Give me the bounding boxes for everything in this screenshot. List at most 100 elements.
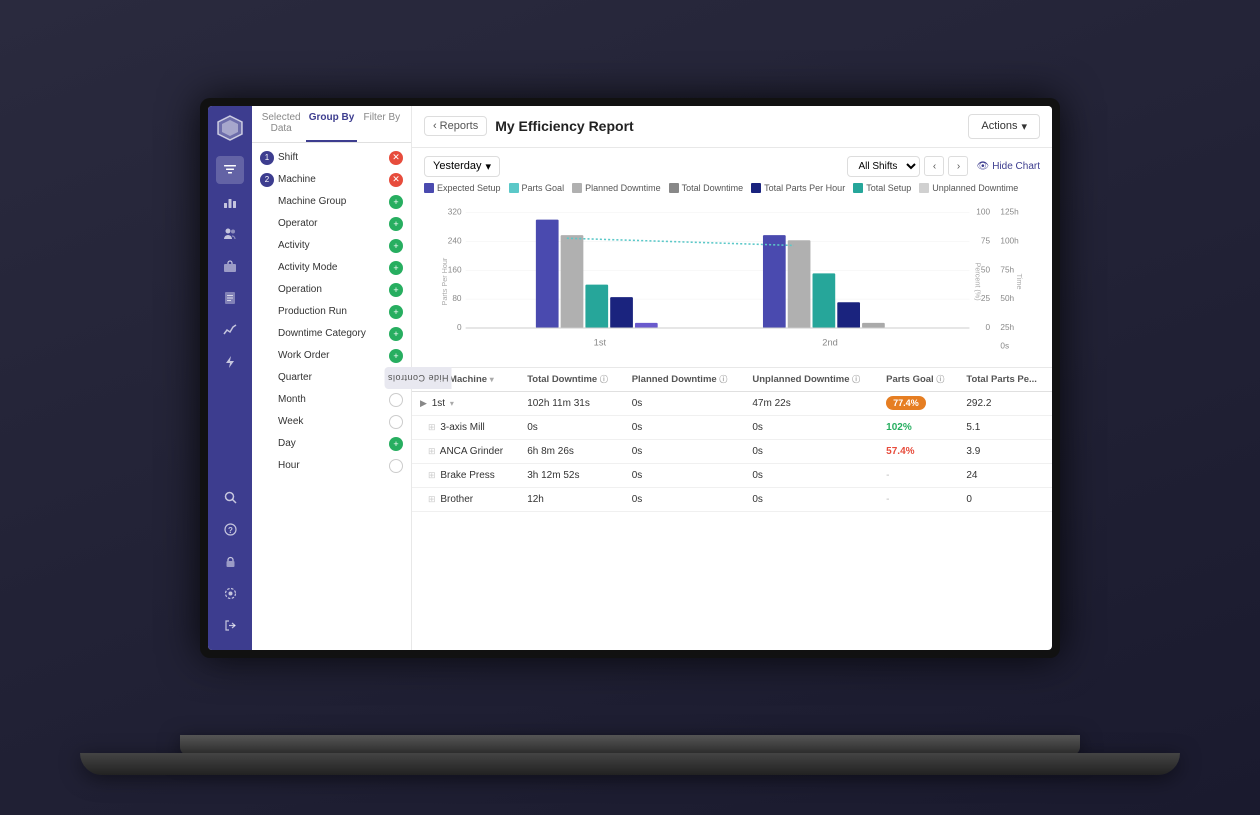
add-item-icon[interactable]: + (389, 261, 403, 275)
controls-item[interactable]: Downtime Category + (252, 323, 411, 345)
settings-sidebar-icon[interactable] (216, 580, 244, 608)
cell-parts-goal: 57.4% (878, 439, 958, 463)
cell-total-downtime: 6h 8m 26s (519, 439, 624, 463)
cell-total-parts: 292.2 (958, 391, 1052, 415)
row-name: 3-axis Mill (440, 422, 484, 433)
svg-text:75: 75 (981, 236, 991, 245)
briefcase-sidebar-icon[interactable] (216, 252, 244, 280)
hide-controls-button[interactable]: Hide Controls (384, 367, 451, 389)
filter-sidebar-icon[interactable] (216, 156, 244, 184)
add-item-icon[interactable]: + (389, 305, 403, 319)
table-header-row: Shift / Machine ▾ Total Downtime ⓘ Plann… (412, 368, 1052, 392)
cell-unplanned-downtime: 0s (744, 487, 878, 511)
legend-color (572, 183, 582, 193)
add-item-icon[interactable]: + (389, 327, 403, 341)
cell-parts-goal: - (878, 463, 958, 487)
cell-total-parts: 5.1 (958, 415, 1052, 439)
table-row[interactable]: ⊞ Brake Press 3h 12m 52s 0s 0s - 24 (412, 463, 1052, 487)
help-sidebar-icon[interactable]: ? (216, 516, 244, 544)
cell-name: ⊞ 3-axis Mill (412, 415, 519, 439)
legend-color (853, 183, 863, 193)
col-unplanned-downtime: Unplanned Downtime ⓘ (744, 368, 878, 392)
page-title: My Efficiency Report (495, 118, 633, 134)
main-content: ‹ Reports My Efficiency Report Actions ▾ (412, 106, 1052, 650)
remove-item-icon[interactable]: ✕ (389, 173, 403, 187)
add-item-icon[interactable]: + (389, 437, 403, 451)
row-name: Brother (440, 494, 473, 505)
circle-icon (389, 459, 403, 473)
controls-item[interactable]: Activity + (252, 235, 411, 257)
legend-label: Expected Setup (437, 183, 501, 193)
date-label: Yesterday (433, 160, 482, 172)
item-label: Day (278, 438, 296, 449)
svg-text:2nd: 2nd (822, 337, 838, 347)
circle-icon (389, 415, 403, 429)
row-name: 1st (432, 398, 445, 409)
date-select[interactable]: Yesterday ▾ (424, 156, 500, 177)
lightning-sidebar-icon[interactable] (216, 348, 244, 376)
tab-selected-data[interactable]: Selected Data (256, 106, 306, 142)
add-item-icon[interactable]: + (389, 283, 403, 297)
lock-sidebar-icon[interactable] (216, 548, 244, 576)
controls-item[interactable]: 2 Machine ✕ (252, 169, 411, 191)
item-label: Activity (278, 240, 310, 251)
legend-color (424, 183, 434, 193)
cell-name: ⊞ ANCA Grinder (412, 439, 519, 463)
svg-text:125h: 125h (1000, 207, 1019, 216)
chart-area: 320 240 160 80 0 Parts Per Hour 125h 100… (424, 199, 1040, 359)
add-item-icon[interactable]: + (389, 217, 403, 231)
controls-item[interactable]: Machine Group + (252, 191, 411, 213)
legend-label: Total Setup (866, 183, 911, 193)
controls-item[interactable]: Activity Mode + (252, 257, 411, 279)
bar-chart-sidebar-icon[interactable] (216, 188, 244, 216)
controls-item[interactable]: Production Run + (252, 301, 411, 323)
controls-item[interactable]: Work Order + (252, 345, 411, 367)
back-button[interactable]: ‹ Reports (424, 116, 487, 136)
item-number: 1 (260, 151, 274, 165)
parts-goal-value: - (886, 470, 889, 481)
info-icon-3: ⓘ (852, 375, 860, 384)
legend-item: Planned Downtime (572, 183, 661, 193)
tab-group-by[interactable]: Group By (306, 106, 356, 142)
info-icon-4: ⓘ (936, 375, 944, 384)
add-item-icon[interactable]: + (389, 195, 403, 209)
analytics-sidebar-icon[interactable] (216, 316, 244, 344)
header-left: ‹ Reports My Efficiency Report (424, 116, 634, 136)
remove-item-icon[interactable]: ✕ (389, 151, 403, 165)
shift-prev-button[interactable]: ‹ (924, 156, 944, 176)
tab-filter-by[interactable]: Filter By (357, 106, 407, 142)
controls-item[interactable]: Operator + (252, 213, 411, 235)
controls-item[interactable]: Day + (252, 433, 411, 455)
back-label: Reports (440, 120, 479, 132)
app-logo[interactable] (216, 114, 244, 142)
table-section: Shift / Machine ▾ Total Downtime ⓘ Plann… (412, 368, 1052, 650)
hide-chart-button[interactable]: 👁 Hide Chart (976, 161, 1040, 172)
controls-item[interactable]: Month (252, 389, 411, 411)
add-item-icon[interactable]: + (389, 349, 403, 363)
table-row[interactable]: ▶ 1st ▾ 102h 11m 31s 0s 47m 22s 77.4% 29… (412, 391, 1052, 415)
table-row[interactable]: ⊞ Brother 12h 0s 0s - 0 (412, 487, 1052, 511)
shift-next-button[interactable]: › (948, 156, 968, 176)
users-sidebar-icon[interactable] (216, 220, 244, 248)
hide-chart-eye-icon: 👁 (976, 161, 989, 172)
actions-button[interactable]: Actions ▾ (968, 114, 1040, 139)
cell-name: ⊞ Brake Press (412, 463, 519, 487)
shift-select[interactable]: All Shifts (847, 156, 920, 177)
svg-text:0s: 0s (1000, 341, 1009, 350)
search-sidebar-icon[interactable] (216, 484, 244, 512)
controls-item[interactable]: Hour (252, 455, 411, 477)
table-row[interactable]: ⊞ ANCA Grinder 6h 8m 26s 0s 0s 57.4% 3.9 (412, 439, 1052, 463)
svg-text:1st: 1st (594, 337, 607, 347)
document-sidebar-icon[interactable] (216, 284, 244, 312)
legend-color (669, 183, 679, 193)
table-row[interactable]: ⊞ 3-axis Mill 0s 0s 0s 102% 5.1 (412, 415, 1052, 439)
add-item-icon[interactable]: + (389, 239, 403, 253)
controls-item[interactable]: 1 Shift ✕ (252, 147, 411, 169)
controls-panel: Hide Controls Selected Data Group By Fil… (252, 106, 412, 650)
controls-item[interactable]: Operation + (252, 279, 411, 301)
cell-planned-downtime: 0s (624, 391, 745, 415)
cell-total-parts: 24 (958, 463, 1052, 487)
logout-sidebar-icon[interactable] (216, 612, 244, 640)
item-label: Work Order (278, 350, 330, 361)
controls-item[interactable]: Week (252, 411, 411, 433)
